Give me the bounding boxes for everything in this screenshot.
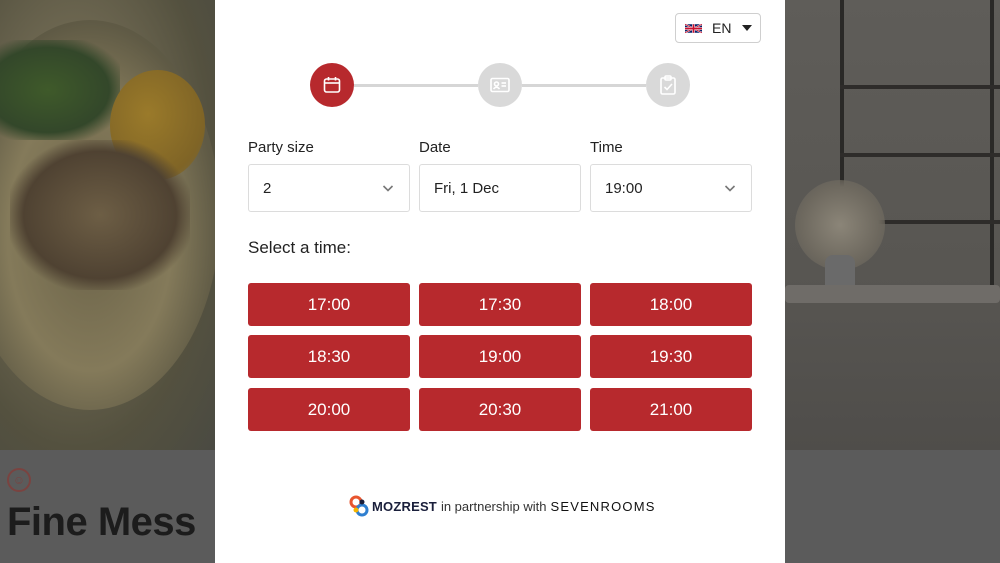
mozrest-logo-icon	[349, 495, 369, 517]
clipboard-check-icon	[660, 75, 676, 95]
booking-stepper	[310, 63, 690, 107]
time-slot-button[interactable]: 20:30	[419, 388, 581, 431]
caret-down-icon	[742, 25, 752, 31]
calendar-icon	[323, 77, 341, 93]
time-slot-button[interactable]: 18:00	[590, 283, 752, 326]
date-picker[interactable]: Fri, 1 Dec	[419, 164, 581, 212]
party-size-select[interactable]: 2	[248, 164, 410, 212]
mozrest-brand: MOZREST	[372, 498, 437, 514]
step-confirm	[646, 63, 690, 107]
restaurant-name: Fine Mess	[7, 500, 196, 544]
restaurant-header-area-right	[785, 450, 1000, 563]
restaurant-logo-icon: ☺	[7, 468, 31, 492]
date-label: Date	[419, 139, 451, 156]
language-selector[interactable]: EN	[675, 13, 761, 43]
chevron-down-icon	[723, 181, 737, 195]
food-photo-left	[0, 0, 220, 450]
interior-photo-right	[785, 0, 1000, 450]
time-slot-button[interactable]: 19:30	[590, 335, 752, 378]
time-value: 19:00	[605, 179, 643, 197]
party-size-label: Party size	[248, 139, 314, 156]
time-slot-button[interactable]: 17:30	[419, 283, 581, 326]
time-select[interactable]: 19:00	[590, 164, 752, 212]
step-contact-details	[478, 63, 522, 107]
sevenrooms-brand: SEVENROOMS	[550, 498, 656, 514]
contact-card-icon	[490, 77, 510, 93]
date-value: Fri, 1 Dec	[434, 179, 500, 197]
powered-by-footer: MOZREST in partnership with SEVENROOMS	[349, 495, 656, 517]
stepper-line	[522, 84, 646, 87]
time-slot-button[interactable]: 19:00	[419, 335, 581, 378]
time-slot-button[interactable]: 18:30	[248, 335, 410, 378]
select-time-heading: Select a time:	[248, 238, 351, 257]
partnership-text: in partnership with	[440, 498, 547, 514]
language-code: EN	[712, 20, 732, 36]
time-slot-button[interactable]: 21:00	[590, 388, 752, 431]
chevron-down-icon	[381, 181, 395, 195]
party-size-value: 2	[263, 179, 272, 197]
stepper-line	[354, 84, 478, 87]
booking-widget: EN Party size 2 Date Fri, 1 Dec Time 19:…	[215, 0, 785, 563]
time-label: Time	[590, 139, 623, 156]
time-slot-button[interactable]: 20:00	[248, 388, 410, 431]
uk-flag-icon	[685, 22, 702, 34]
step-date-time	[310, 63, 354, 107]
time-slot-button[interactable]: 17:00	[248, 283, 410, 326]
